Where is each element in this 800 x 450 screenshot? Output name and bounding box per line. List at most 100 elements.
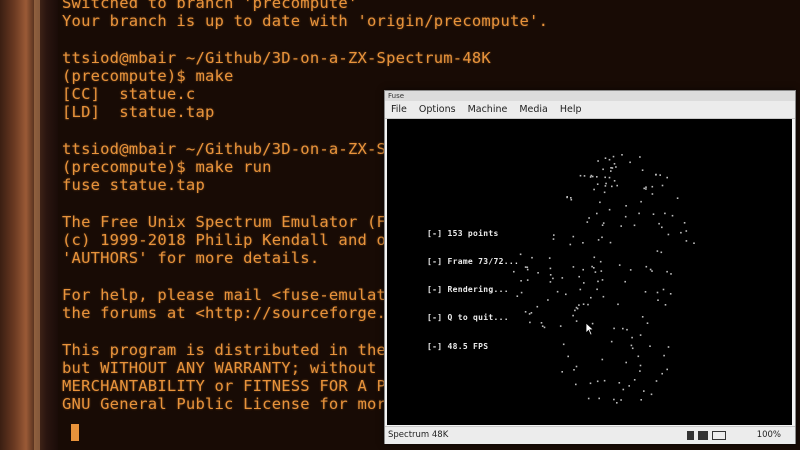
point bbox=[622, 327, 624, 330]
point bbox=[596, 380, 599, 383]
point bbox=[610, 340, 613, 343]
point bbox=[543, 326, 546, 329]
point bbox=[578, 304, 580, 306]
menu-file[interactable]: File bbox=[385, 101, 413, 118]
point bbox=[638, 212, 640, 215]
emulator-screen[interactable]: [-] 153 points [-] Frame 73/72... [-] Re… bbox=[387, 119, 792, 425]
point bbox=[597, 280, 599, 283]
point bbox=[661, 226, 663, 229]
point bbox=[620, 399, 622, 401]
point bbox=[601, 279, 604, 281]
point bbox=[520, 291, 523, 294]
point bbox=[561, 371, 563, 373]
terminal-line: Switched to branch 'precompute' bbox=[62, 0, 358, 12]
machine-label: Spectrum 48K bbox=[388, 430, 449, 440]
point bbox=[656, 250, 659, 252]
point bbox=[599, 260, 602, 263]
point bbox=[613, 180, 616, 182]
point bbox=[658, 222, 660, 225]
point bbox=[612, 155, 615, 158]
point bbox=[613, 163, 616, 165]
point bbox=[649, 345, 651, 347]
point bbox=[640, 200, 642, 203]
point bbox=[520, 280, 522, 282]
menu-help[interactable]: Help bbox=[554, 101, 588, 118]
point bbox=[624, 280, 626, 283]
fuse-titlebar[interactable]: Fuse bbox=[385, 91, 795, 101]
point bbox=[659, 174, 661, 176]
point bbox=[666, 176, 668, 179]
point bbox=[624, 215, 627, 218]
point bbox=[578, 275, 580, 278]
point bbox=[582, 303, 585, 305]
point bbox=[657, 299, 659, 301]
point bbox=[641, 316, 644, 318]
point bbox=[602, 168, 604, 171]
point bbox=[610, 167, 612, 169]
point bbox=[629, 161, 631, 164]
point bbox=[598, 397, 600, 400]
point bbox=[676, 197, 679, 199]
point bbox=[562, 343, 565, 346]
point bbox=[616, 402, 618, 404]
point bbox=[572, 314, 574, 317]
point bbox=[601, 224, 604, 226]
point bbox=[631, 336, 633, 339]
point bbox=[531, 256, 533, 259]
point bbox=[601, 358, 604, 361]
point bbox=[661, 372, 663, 375]
menu-machine[interactable]: Machine bbox=[462, 101, 514, 118]
point bbox=[628, 385, 630, 387]
point bbox=[637, 355, 640, 358]
point bbox=[603, 191, 606, 194]
terminal-line: ttsiod@mbair ~/Github/3D-on-a-ZX-Spectru… bbox=[62, 49, 491, 67]
point bbox=[663, 354, 665, 357]
point bbox=[640, 399, 642, 401]
menu-options[interactable]: Options bbox=[413, 101, 462, 118]
point bbox=[650, 393, 653, 396]
point bbox=[574, 309, 576, 312]
point bbox=[593, 256, 596, 259]
point bbox=[579, 174, 582, 177]
terminal-line: fuse statue.tap bbox=[62, 176, 205, 194]
point bbox=[693, 242, 695, 244]
point bbox=[613, 327, 615, 330]
point bbox=[610, 170, 612, 172]
mouse-pointer-icon bbox=[585, 322, 595, 336]
microdrive-icon bbox=[712, 431, 726, 440]
fuse-window[interactable]: Fuse File Options Machine Media Help [-] 153… bbox=[384, 90, 796, 444]
point bbox=[579, 288, 582, 291]
point bbox=[649, 268, 652, 271]
point bbox=[646, 322, 649, 324]
point bbox=[549, 274, 552, 276]
tape-icon bbox=[687, 431, 694, 440]
point bbox=[666, 368, 668, 371]
point bbox=[519, 253, 522, 256]
status-icons bbox=[687, 431, 730, 441]
point bbox=[605, 182, 607, 185]
point bbox=[526, 266, 529, 269]
menu-media[interactable]: Media bbox=[513, 101, 554, 118]
screen-line: [-] 153 points bbox=[427, 228, 499, 238]
point bbox=[621, 154, 623, 156]
point bbox=[589, 176, 592, 178]
point bbox=[604, 185, 607, 187]
point bbox=[645, 265, 648, 268]
point bbox=[565, 293, 567, 296]
terminal-line: The Free Unix Spectrum Emulator (Fuse) bbox=[62, 213, 425, 231]
screen-line: [-] Frame 73/72... bbox=[427, 257, 520, 267]
point bbox=[602, 222, 605, 224]
point bbox=[618, 382, 621, 384]
point bbox=[529, 321, 531, 324]
point bbox=[591, 175, 594, 178]
point bbox=[590, 296, 592, 299]
point bbox=[639, 364, 642, 367]
point bbox=[570, 198, 573, 201]
point bbox=[625, 361, 627, 364]
point bbox=[524, 266, 527, 268]
point bbox=[617, 303, 619, 306]
point bbox=[561, 277, 564, 279]
point bbox=[661, 184, 664, 187]
point bbox=[582, 268, 584, 271]
terminal-line: GNU General Public License for more det bbox=[62, 395, 434, 413]
